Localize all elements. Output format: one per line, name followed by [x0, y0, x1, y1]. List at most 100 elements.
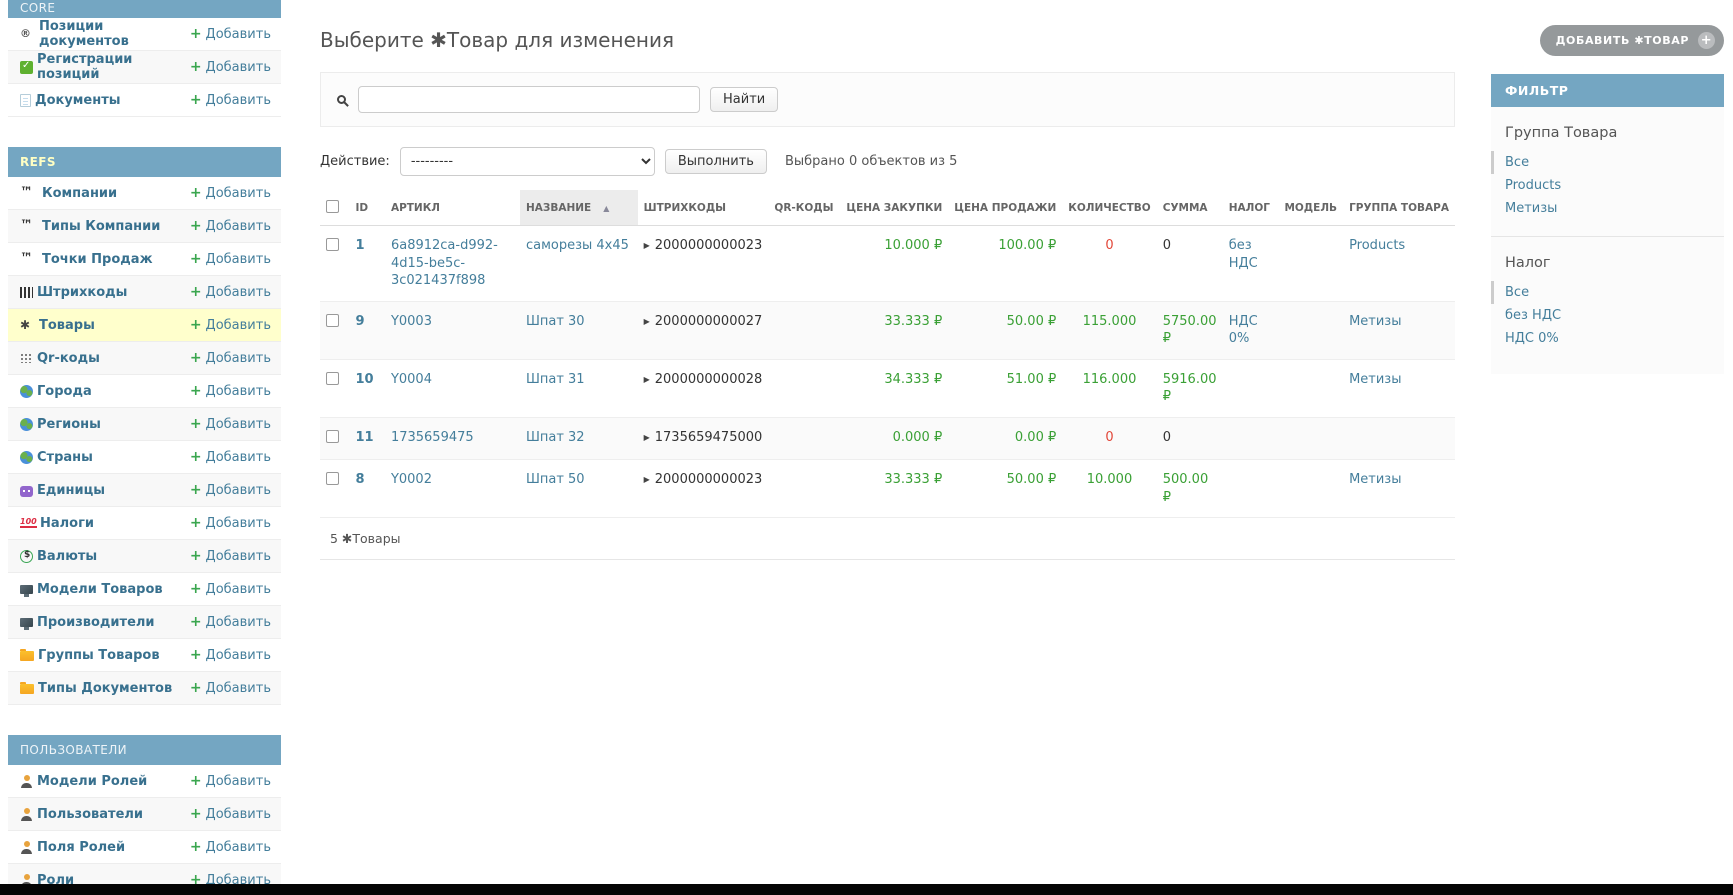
tax-link[interactable]: без НДС — [1229, 238, 1258, 271]
sku-link[interactable]: Y0004 — [391, 372, 432, 387]
sidebar-item-kompanii[interactable]: Компании Добавить — [8, 177, 281, 210]
add-link[interactable]: Добавить — [190, 581, 271, 597]
sidebar-item-tipy-dokumentov[interactable]: Типы Документов Добавить — [8, 672, 281, 705]
filter-option-no-vat[interactable]: без НДС — [1491, 304, 1724, 327]
col-header-tax[interactable]: НАЛОГ — [1222, 190, 1279, 226]
search-input[interactable] — [358, 86, 700, 113]
sidebar-item-shtrihkody[interactable]: Штрихкоды Добавить — [8, 276, 281, 309]
sku-link[interactable]: Y0002 — [391, 472, 432, 487]
hundred-icon — [20, 518, 37, 529]
add-link[interactable]: Добавить — [190, 185, 271, 201]
action-select[interactable]: --------- — [399, 147, 655, 176]
col-header-quantity[interactable]: КОЛИЧЕСТВО — [1062, 190, 1157, 226]
expand-icon[interactable] — [644, 375, 650, 386]
col-header-sku[interactable]: АРТИКЛ — [384, 190, 520, 226]
sku-link[interactable]: 1735659475 — [391, 430, 474, 445]
sidebar-item-polya-rolej[interactable]: Поля Ролей Добавить — [8, 831, 281, 864]
run-action-button[interactable]: Выполнить — [664, 149, 767, 174]
add-link[interactable]: Добавить — [190, 839, 271, 855]
name-link[interactable]: Шпат 50 — [526, 472, 585, 487]
sidebar-item-tovary[interactable]: Товары Добавить — [8, 309, 281, 342]
add-link[interactable]: Добавить — [190, 26, 271, 42]
col-header-sum[interactable]: СУММА — [1156, 190, 1223, 226]
sidebar-item-proizvoditeli[interactable]: Производители Добавить — [8, 606, 281, 639]
add-link[interactable]: Добавить — [190, 92, 271, 108]
sort-asc-icon[interactable] — [603, 204, 609, 213]
expand-icon[interactable] — [644, 475, 650, 486]
row-checkbox[interactable] — [326, 371, 339, 385]
add-link[interactable]: Добавить — [190, 482, 271, 498]
filter-option-all[interactable]: Все — [1491, 151, 1724, 174]
name-link[interactable]: Шпат 32 — [526, 430, 585, 445]
col-header-id[interactable]: ID — [349, 190, 385, 226]
row-checkbox[interactable] — [326, 472, 339, 486]
add-link[interactable]: Добавить — [190, 317, 271, 333]
col-header-name[interactable]: НАЗВАНИЕ — [519, 190, 638, 226]
add-link[interactable]: Добавить — [190, 614, 271, 630]
sidebar-item-modeli-tovarov[interactable]: Модели Товаров Добавить — [8, 573, 281, 606]
sidebar-item-qr-kody[interactable]: Qr-коды Добавить — [8, 342, 281, 375]
name-link[interactable]: Шпат 31 — [526, 372, 585, 387]
expand-icon[interactable] — [644, 317, 650, 328]
sidebar-item-pozicii-dokumentov[interactable]: Позиции документов Добавить — [8, 18, 281, 51]
sidebar-item-goroda[interactable]: Города Добавить — [8, 375, 281, 408]
tax-link[interactable]: НДС 0% — [1229, 314, 1258, 347]
col-header-sell-price[interactable]: ЦЕНА ПРОДАЖИ — [948, 190, 1063, 226]
expand-icon[interactable] — [644, 241, 650, 252]
add-link[interactable]: Добавить — [190, 449, 271, 465]
monitor-icon — [20, 585, 33, 597]
sidebar-item-polzovateli[interactable]: Пользователи Добавить — [8, 798, 281, 831]
add-link[interactable]: Добавить — [190, 350, 271, 366]
sidebar-item-tipy-kompanii[interactable]: Типы Компании Добавить — [8, 210, 281, 243]
add-link[interactable]: Добавить — [190, 218, 271, 234]
group-link[interactable]: Метизы — [1349, 372, 1401, 387]
add-link[interactable]: Добавить — [190, 416, 271, 432]
add-link[interactable]: Добавить — [190, 773, 271, 789]
cell-qr — [768, 417, 841, 461]
name-link[interactable]: саморезы 4x45 — [526, 238, 629, 253]
filter-option-all[interactable]: Все — [1491, 281, 1724, 304]
row-checkbox[interactable] — [326, 429, 339, 443]
sidebar-item-gruppy-tovarov[interactable]: Группы Товаров Добавить — [8, 639, 281, 672]
col-header-model[interactable]: МОДЕЛЬ — [1278, 190, 1344, 226]
col-header-group[interactable]: ГРУППА ТОВАРА — [1343, 190, 1455, 226]
search-button[interactable]: Найти — [710, 87, 779, 112]
filter-option-metizy[interactable]: Метизы — [1491, 197, 1724, 220]
add-link[interactable]: Добавить — [190, 284, 271, 300]
name-link[interactable]: Шпат 30 — [526, 314, 585, 329]
row-checkbox[interactable] — [326, 313, 339, 327]
add-link[interactable]: Добавить — [190, 251, 271, 267]
filter-option-products[interactable]: Products — [1491, 174, 1724, 197]
group-link[interactable]: Метизы — [1349, 314, 1401, 329]
select-all-checkbox[interactable] — [326, 200, 339, 213]
add-link[interactable]: Добавить — [190, 806, 271, 822]
expand-icon[interactable] — [644, 433, 650, 444]
add-link[interactable]: Добавить — [190, 680, 271, 696]
sku-link[interactable]: 6a8912ca-d992-4d15-be5c-3c021437f898 — [391, 238, 498, 288]
add-product-button[interactable]: ДОБАВИТЬ ✱ТОВАР — [1539, 25, 1724, 56]
sidebar-item-label: Регионы — [37, 416, 101, 432]
sidebar-item-regiony[interactable]: Регионы Добавить — [8, 408, 281, 441]
add-link[interactable]: Добавить — [190, 647, 271, 663]
group-link[interactable]: Метизы — [1349, 472, 1401, 487]
sidebar-item-edinicy[interactable]: Единицы Добавить — [8, 474, 281, 507]
add-link[interactable]: Добавить — [190, 383, 271, 399]
sidebar-item-nalogi[interactable]: Налоги Добавить — [8, 507, 281, 540]
col-header-barcodes[interactable]: ШТРИХКОДЫ — [637, 190, 769, 226]
filter-option-vat-0[interactable]: НДС 0% — [1491, 327, 1724, 350]
col-header-qr[interactable]: QR-КОДЫ — [768, 190, 841, 226]
row-checkbox[interactable] — [326, 238, 339, 251]
sidebar-item-registracii-pozicij[interactable]: Регистрации позиций Добавить — [8, 51, 281, 84]
group-link[interactable]: Products — [1349, 238, 1405, 253]
sidebar-item-valyuty[interactable]: Валюты Добавить — [8, 540, 281, 573]
sku-link[interactable]: Y0003 — [391, 314, 432, 329]
col-header-buy-price[interactable]: ЦЕНА ЗАКУПКИ — [840, 190, 949, 226]
barcode-icon — [20, 286, 33, 298]
add-link[interactable]: Добавить — [190, 515, 271, 531]
sidebar-item-tochki-prodazh[interactable]: Точки Продаж Добавить — [8, 243, 281, 276]
sidebar-item-modeli-rolej[interactable]: Модели Ролей Добавить — [8, 765, 281, 798]
add-link[interactable]: Добавить — [190, 59, 271, 75]
sidebar-item-dokumenty[interactable]: Документы Добавить — [8, 84, 281, 117]
sidebar-item-strany[interactable]: Страны Добавить — [8, 441, 281, 474]
add-link[interactable]: Добавить — [190, 548, 271, 564]
